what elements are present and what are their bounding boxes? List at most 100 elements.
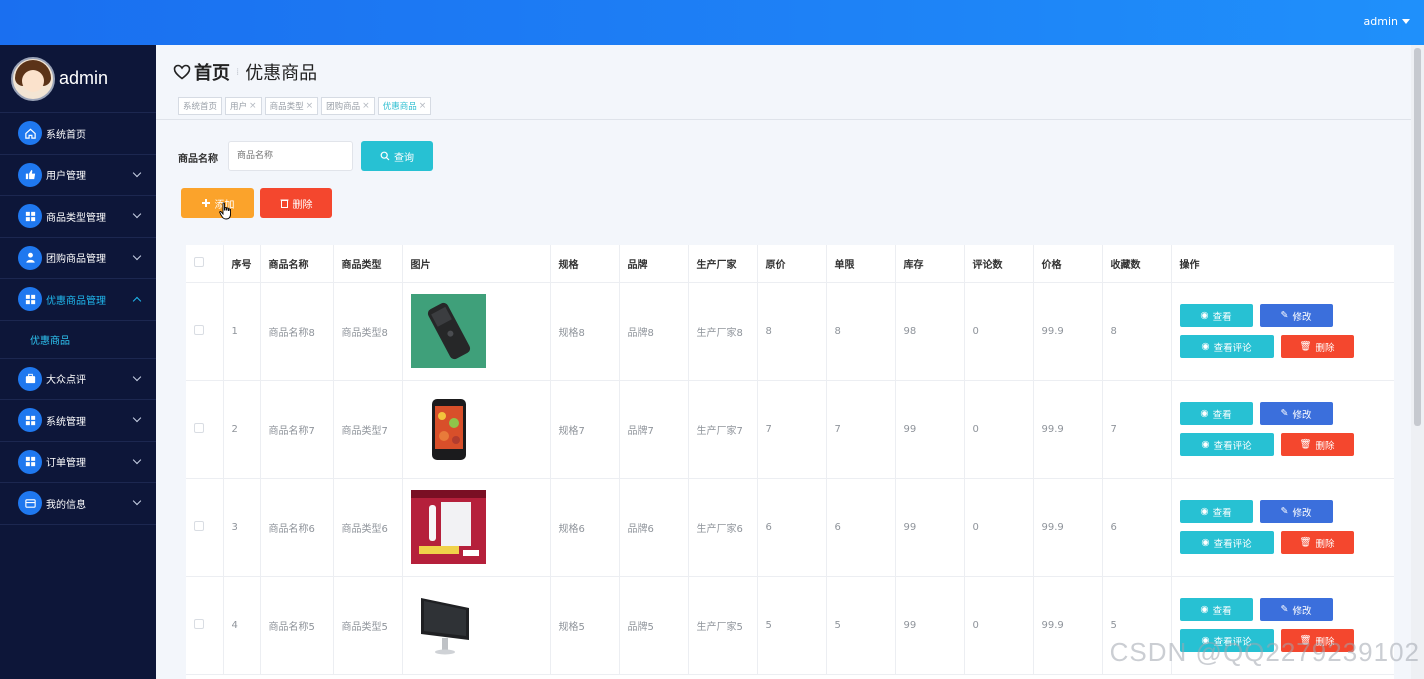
cell-stock: 99 — [895, 478, 965, 577]
products-table: 序号 商品名称 商品类型 图片 规格 品牌 生产厂家 原价 单限 库存 评论数 … — [186, 245, 1394, 679]
tag-label: 系统首页 — [183, 102, 218, 112]
sidebar-item-users[interactable]: 用户管理 — [0, 155, 156, 196]
column-header: 库存 — [895, 245, 965, 283]
tag-label: 用户 — [230, 102, 248, 112]
product-image-smartphone — [410, 392, 486, 466]
sidebar-item-reviews[interactable]: 大众点评 — [0, 359, 156, 400]
tag-home[interactable]: 系统首页 — [178, 97, 223, 115]
delete-button-label: 删除 — [1315, 538, 1335, 550]
column-header: 收藏数 — [1102, 245, 1172, 283]
row-checkbox[interactable] — [194, 618, 204, 629]
edit-button[interactable]: ✎ 修改 — [1259, 500, 1333, 523]
sidebar-item-system[interactable]: 系统管理 — [0, 400, 156, 442]
cell-name: 商品名称5 — [260, 576, 334, 675]
cell-type: 商品类型7 — [333, 380, 403, 479]
breadcrumb-home[interactable]: 首页 — [173, 59, 230, 85]
cell-brand: 品牌8 — [619, 282, 689, 381]
sidebar-item-discount[interactable]: 优惠商品管理 — [0, 279, 156, 321]
cell-comments: 0 — [964, 478, 1034, 577]
user-menu[interactable]: admin — [1364, 15, 1410, 28]
sidebar-item-label: 大众点评 — [46, 375, 86, 387]
grid-icon — [18, 287, 42, 312]
sidebar-item-label: 系统管理 — [46, 416, 86, 428]
page-scrollbar[interactable] — [1411, 45, 1424, 679]
sidebar-item-group-buy[interactable]: 团购商品管理 — [0, 238, 156, 279]
cell-price: 99.9 — [1033, 282, 1103, 381]
cell-comments: 0 — [964, 282, 1034, 381]
view-comments-button[interactable]: ◉ 查看评论 — [1179, 335, 1274, 358]
row-checkbox[interactable] — [194, 520, 204, 531]
sidebar-item-product-types[interactable]: 商品类型管理 — [0, 196, 156, 238]
view-comments-button[interactable]: ◉ 查看评论 — [1179, 433, 1274, 456]
column-header: 商品名称 — [260, 245, 334, 283]
close-icon[interactable]: × — [419, 101, 427, 111]
scrollbar-thumb[interactable] — [1414, 48, 1421, 426]
cell-limit: 6 — [826, 478, 896, 577]
column-header: 评论数 — [964, 245, 1034, 283]
cell-actions: ◉ 查看 ✎ 修改 ◉ 查看评论 🗑 删除 — [1171, 478, 1394, 577]
chevron-down-icon — [132, 372, 142, 381]
cell-actions: ◉ 查看 ✎ 修改 ◉ 查看评论 🗑 删除 — [1171, 282, 1394, 381]
view-comments-label: 查看评论 — [1213, 538, 1252, 550]
tag-discount-products[interactable]: 优惠商品 × — [377, 97, 432, 115]
cell-original-price: 7 — [757, 380, 827, 479]
delete-button[interactable]: 🗑 删除 — [1280, 531, 1354, 554]
column-header: 图片 — [402, 245, 551, 283]
chevron-down-icon — [132, 455, 142, 464]
delete-button[interactable]: 🗑 删除 — [1280, 335, 1354, 358]
tag-users[interactable]: 用户 × — [225, 97, 262, 115]
view-button[interactable]: ◉ 查看 — [1179, 304, 1253, 327]
sidebar-item-home[interactable]: 系统首页 — [0, 113, 156, 155]
breadcrumb-current: 优惠商品 — [245, 63, 318, 84]
sidebar-item-orders[interactable]: 订单管理 — [0, 442, 156, 483]
add-button[interactable]: 添加 — [181, 188, 254, 218]
chevron-down-icon — [132, 496, 142, 506]
sidebar-subitem-discount-products[interactable]: 优惠商品 — [0, 321, 156, 359]
sidebar-item-label: 优惠商品管理 — [46, 295, 106, 307]
cell-favorites: 8 — [1102, 282, 1172, 381]
cell-comments: 0 — [964, 380, 1034, 479]
heart-icon — [173, 64, 191, 80]
close-icon[interactable]: × — [249, 101, 257, 111]
close-icon[interactable]: × — [306, 101, 314, 111]
view-button-label: 查看 — [1212, 605, 1232, 617]
view-comments-label: 查看评论 — [1213, 440, 1252, 452]
bulk-delete-button[interactable]: 删除 — [260, 188, 332, 218]
trash-icon: 🗑 — [1299, 341, 1312, 352]
view-button[interactable]: ◉ 查看 — [1179, 402, 1253, 425]
close-icon[interactable]: × — [362, 101, 370, 111]
search-label: 商品名称 — [178, 154, 218, 165]
product-image-black-phone — [410, 294, 486, 368]
select-all-checkbox[interactable] — [194, 256, 204, 267]
edit-icon: ✎ — [1280, 506, 1289, 517]
edit-icon: ✎ — [1280, 604, 1289, 615]
search-input[interactable] — [228, 141, 353, 171]
tag-label: 团购商品 — [326, 102, 361, 112]
edit-button[interactable]: ✎ 修改 — [1259, 402, 1333, 425]
row-checkbox[interactable] — [194, 324, 204, 335]
tag-product-types[interactable]: 商品类型 × — [264, 97, 319, 115]
card-icon — [18, 491, 42, 516]
sidebar-item-my-info[interactable]: 我的信息 — [0, 483, 156, 525]
breadcrumb-home-label: 首页 — [194, 63, 230, 84]
sidebar-item-label: 商品类型管理 — [46, 212, 106, 224]
delete-button[interactable]: 🗑 删除 — [1280, 433, 1354, 456]
eye-icon: ◉ — [1201, 341, 1210, 352]
search-icon — [380, 151, 390, 161]
delete-button-label: 删除 — [1315, 342, 1335, 354]
view-button[interactable]: ◉ 查看 — [1179, 500, 1253, 523]
chevron-down-icon — [132, 168, 142, 177]
view-button[interactable]: ◉ 查看 — [1179, 598, 1253, 621]
row-checkbox[interactable] — [194, 422, 204, 433]
edit-button[interactable]: ✎ 修改 — [1259, 304, 1333, 327]
cell-brand: 品牌5 — [619, 576, 689, 675]
cell-original-price: 6 — [757, 478, 827, 577]
tag-group-buy[interactable]: 团购商品 × — [321, 97, 375, 115]
chevron-down-icon — [132, 413, 142, 423]
view-comments-button[interactable]: ◉ 查看评论 — [1179, 531, 1274, 554]
query-button[interactable]: 查询 — [361, 141, 433, 171]
cell-type: 商品类型5 — [333, 576, 403, 675]
cell-spec: 规格6 — [550, 478, 620, 577]
column-header: 生产厂家 — [688, 245, 758, 283]
edit-button[interactable]: ✎ 修改 — [1259, 598, 1333, 621]
